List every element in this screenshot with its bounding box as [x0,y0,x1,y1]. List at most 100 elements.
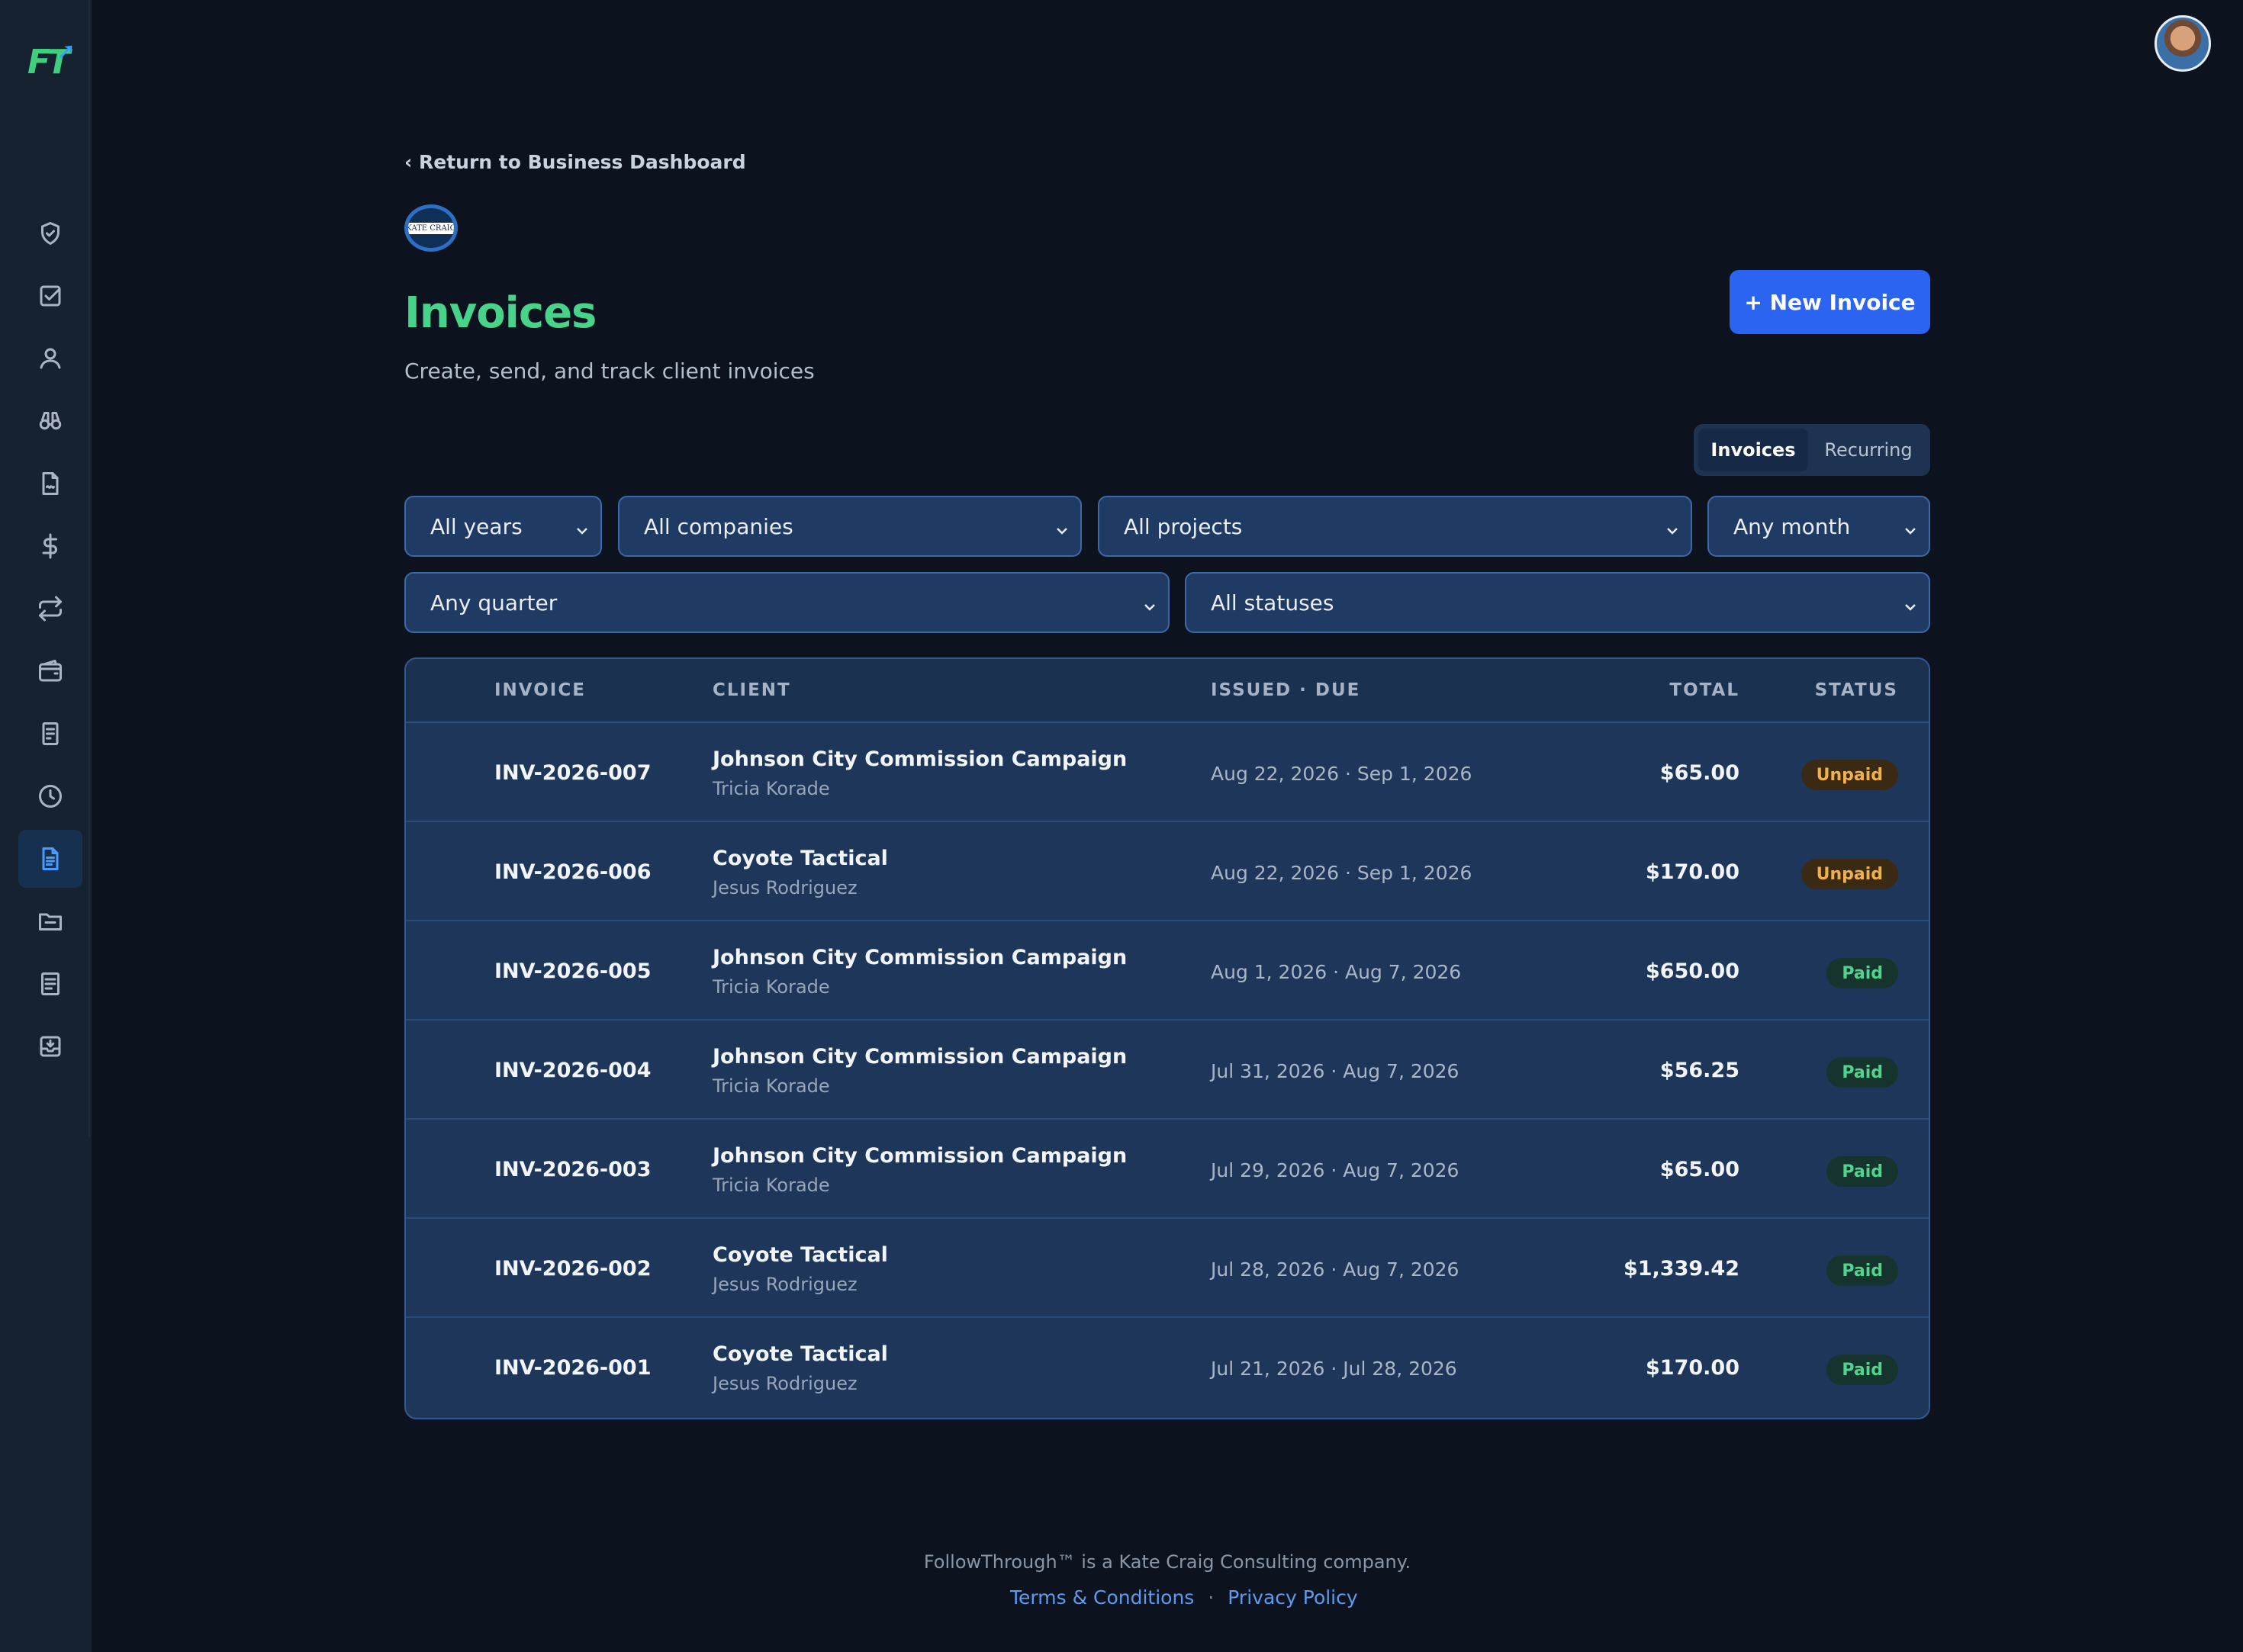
column-header-dates[interactable]: ISSUED · DUE [1211,680,1360,700]
binoculars-icon [39,412,62,430]
client-name: Johnson City Commission Campaign [713,1144,1128,1168]
month-filter-select[interactable]: Any month [1707,496,1930,557]
status-filter-value: All statuses [1211,590,1334,615]
table-header: INVOICE CLIENT ISSUED · DUE TOTAL STATUS [406,659,1929,723]
client-name: Johnson City Commission Campaign [713,1045,1128,1069]
footer-separator: · [1208,1586,1215,1609]
page-title: Invoices [404,288,597,338]
chevron-down-icon [1665,519,1680,535]
table-row[interactable]: INV-2026-001 Coyote Tactical Jesus Rodrigu… [406,1318,1929,1417]
folder-icon [39,913,62,930]
user-icon [40,348,61,369]
nav-wallet[interactable] [18,642,82,700]
terms-link[interactable]: Terms & Conditions [1010,1586,1194,1609]
year-filter-select[interactable]: All years [404,496,602,557]
client-name: Coyote Tactical [713,847,888,870]
status-badge: Paid [1826,1255,1898,1286]
company-filter-select[interactable]: All companies [618,496,1082,557]
nav-security[interactable] [18,204,82,262]
privacy-link[interactable]: Privacy Policy [1228,1586,1357,1609]
sidebar: FT ➚ [0,0,92,1652]
inbox-icon [40,1036,61,1057]
nav-contacts[interactable] [18,329,82,387]
invoice-total: $170.00 [1646,860,1739,884]
footer-links: Terms & Conditions · Privacy Policy [1010,1586,1358,1609]
chevron-down-icon [574,519,590,535]
invoice-number[interactable]: INV-2026-002 [494,1257,652,1281]
invoice-number[interactable]: INV-2026-007 [494,761,652,785]
tab-invoices[interactable]: Invoices [1698,429,1808,471]
invoice-total: $650.00 [1646,959,1739,983]
issued-due-dates: Jul 21, 2026 · Jul 28, 2026 [1211,1358,1457,1380]
chevron-down-icon [1054,519,1070,535]
table-row[interactable]: INV-2026-007 Johnson City Commission Camp… [406,723,1929,822]
project-filter-value: All projects [1124,513,1243,539]
issued-due-dates: Jul 28, 2026 · Aug 7, 2026 [1211,1258,1459,1281]
document-icon [42,472,59,495]
user-avatar[interactable] [2155,15,2211,72]
nav-reports[interactable] [18,955,82,1013]
company-filter-value: All companies [644,513,793,539]
table-row[interactable]: INV-2026-006 Coyote Tactical Jesus Rodrigu… [406,822,1929,921]
table-row[interactable]: INV-2026-003 Johnson City Commission Camp… [406,1120,1929,1219]
column-header-status[interactable]: STATUS [1815,680,1898,700]
client-contact: Jesus Rodriguez [713,877,858,898]
column-header-invoice[interactable]: INVOICE [494,680,586,700]
status-badge: Unpaid [1801,760,1898,790]
nav-tasks[interactable] [18,267,82,325]
clock-icon [39,785,62,808]
nav-time[interactable] [18,767,82,825]
table-row[interactable]: INV-2026-002 Coyote Tactical Jesus Rodrigu… [406,1219,1929,1318]
issued-due-dates: Aug 1, 2026 · Aug 7, 2026 [1211,961,1462,983]
client-name: Johnson City Commission Campaign [713,747,1128,771]
view-toggle: Invoices Recurring [1694,424,1930,476]
status-badge: Unpaid [1801,859,1898,889]
client-name: Johnson City Commission Campaign [713,946,1128,969]
nav-receipts[interactable] [18,705,82,763]
company-logo-text: KATE CRAIG [406,222,456,234]
tab-recurring[interactable]: Recurring [1811,429,1926,471]
new-invoice-button[interactable]: + New Invoice [1730,270,1930,334]
status-filter-select[interactable]: All statuses [1185,572,1930,633]
project-filter-select[interactable]: All projects [1098,496,1692,557]
client-name: Coyote Tactical [713,1243,888,1267]
client-name: Coyote Tactical [713,1342,888,1366]
invoice-number[interactable]: INV-2026-005 [494,959,652,983]
nav-inbox[interactable] [18,1017,82,1075]
logo-arrow-icon: ➚ [56,38,76,65]
invoice-total: $1,339.42 [1623,1257,1739,1281]
app-logo[interactable]: FT ➚ [27,38,76,88]
status-badge: Paid [1826,1355,1898,1385]
client-contact: Tricia Korade [713,778,830,799]
back-to-dashboard-link[interactable]: ‹ Return to Business Dashboard [404,151,746,173]
column-header-total[interactable]: TOTAL [1669,680,1739,700]
nav-documents[interactable] [18,455,82,513]
chevron-down-icon [1903,595,1918,611]
nav-invoices[interactable] [18,830,82,888]
invoice-number[interactable]: INV-2026-003 [494,1158,652,1181]
footer-text: FollowThrough™ is a Kate Craig Consultin… [923,1551,1411,1573]
nav-leads[interactable] [18,392,82,450]
repeat-icon [39,596,62,622]
receipt-icon [42,722,59,745]
report-icon [41,972,60,995]
sidebar-nav: FT ➚ [0,0,90,1136]
invoice-number[interactable]: INV-2026-004 [494,1059,652,1082]
quarter-filter-select[interactable]: Any quarter [404,572,1170,633]
chevron-down-icon [1142,595,1157,611]
page-subtitle: Create, send, and track client invoices [404,358,815,384]
invoice-number[interactable]: INV-2026-001 [494,1356,652,1380]
table-row[interactable]: INV-2026-004 Johnson City Commission Camp… [406,1020,1929,1120]
column-header-client[interactable]: CLIENT [713,680,791,700]
invoice-number[interactable]: INV-2026-006 [494,860,652,884]
table-row[interactable]: INV-2026-005 Johnson City Commission Camp… [406,921,1929,1020]
invoice-icon [42,847,59,870]
invoices-table: INVOICE CLIENT ISSUED · DUE TOTAL STATUS… [404,657,1930,1419]
nav-recurring[interactable] [18,580,82,638]
invoice-total: $65.00 [1659,1158,1739,1181]
nav-files[interactable] [18,892,82,950]
client-contact: Jesus Rodriguez [713,1274,858,1295]
nav-finance[interactable] [18,517,82,575]
chevron-down-icon [1903,519,1918,535]
wallet-icon [39,660,62,682]
